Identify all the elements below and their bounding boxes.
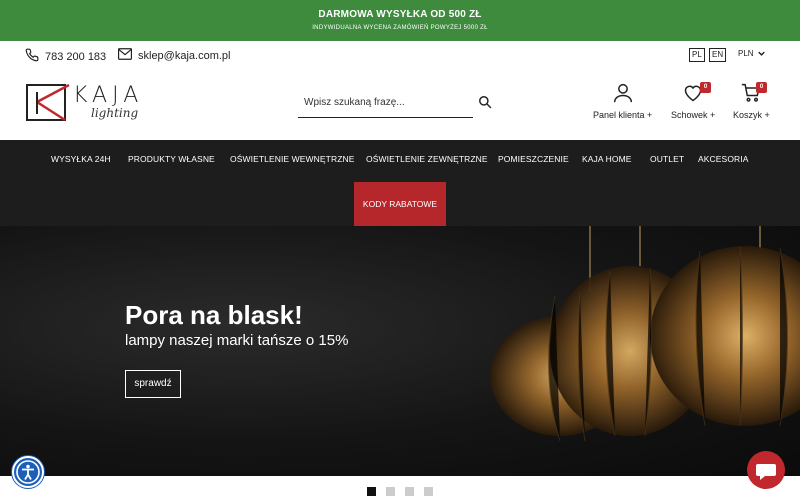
chat-button[interactable]: [747, 451, 785, 489]
phone-icon: [25, 48, 39, 65]
chevron-down-icon: [757, 49, 765, 58]
accessibility-button[interactable]: [12, 456, 44, 488]
language-pl[interactable]: PL: [689, 48, 705, 62]
wishlist-label: Schowek: [671, 110, 708, 120]
slider-dot[interactable]: [367, 487, 376, 496]
currency-value: PLN: [738, 49, 754, 58]
language-en[interactable]: EN: [709, 48, 727, 62]
hero-title: Pora na blask!: [125, 300, 303, 330]
shipping-banner: DARMOWA WYSYŁKA OD 500 ZŁ INDYWIDUALNA W…: [0, 0, 800, 41]
nav-item-kaja-home[interactable]: KAJA HOME: [582, 154, 632, 164]
nav-item-indoor-lighting[interactable]: OŚWIETLENIE WEWNĘTRZNE: [230, 154, 355, 164]
hero-cta-button[interactable]: sprawdź: [125, 370, 181, 398]
contact-bar: 783 200 183 sklep@kaja.com.pl PL EN PLN: [0, 41, 800, 69]
slider-dot[interactable]: [424, 487, 433, 496]
logo-tagline: lighting: [91, 106, 139, 120]
slider-pagination: [367, 487, 433, 496]
kaja-logo[interactable]: KAJA lighting: [25, 82, 170, 124]
logo-brand: KAJA: [73, 83, 144, 108]
currency-select[interactable]: PLN: [738, 49, 765, 58]
lamps-image: [490, 226, 800, 442]
shipping-headline: DARMOWA WYSYŁKA OD 500 ZŁ: [318, 9, 482, 20]
nav-item-shipping-24h[interactable]: WYSYŁKA 24H: [51, 154, 111, 164]
nav-item-outlet[interactable]: OUTLET: [650, 154, 684, 164]
wishlist-count-badge: 0: [700, 82, 711, 93]
slider-dot[interactable]: [405, 487, 414, 496]
cart-icon: [741, 83, 761, 105]
search-input[interactable]: Wpisz szukaną frazę...: [298, 91, 473, 118]
hero-subtitle: lampy naszej marki tańsze o 15%: [125, 332, 349, 349]
mail-icon: [118, 48, 132, 63]
cart-button[interactable]: 0 Koszyk +: [733, 82, 770, 120]
account-button[interactable]: Panel klienta +: [593, 83, 652, 120]
hero-banner[interactable]: Pora na blask! lampy naszej marki tańsze…: [0, 226, 800, 476]
phone-link[interactable]: 783 200 183: [25, 48, 106, 65]
site-header: KAJA lighting Wpisz szukaną frazę... Pan…: [0, 69, 800, 140]
nav-item-own-products[interactable]: PRODUKTY WŁASNE: [128, 154, 215, 164]
account-label: Panel klienta: [593, 110, 645, 120]
main-navigation: WYSYŁKA 24H PRODUKTY WŁASNE OŚWIETLENIE …: [0, 140, 800, 226]
nav-item-rooms[interactable]: POMIESZCZENIE: [498, 154, 569, 164]
search-icon[interactable]: [478, 95, 492, 114]
email-address: sklep@kaja.com.pl: [138, 49, 231, 62]
search-placeholder: Wpisz szukaną frazę...: [304, 97, 405, 108]
wishlist-button[interactable]: 0 Schowek +: [671, 82, 715, 120]
nav-item-discount-codes[interactable]: KODY RABATOWE: [354, 182, 446, 226]
user-icon: [613, 83, 633, 105]
nav-item-accessories[interactable]: AKCESORIA: [698, 154, 749, 164]
email-link[interactable]: sklep@kaja.com.pl: [118, 48, 230, 63]
slider-dot[interactable]: [386, 487, 395, 496]
phone-number: 783 200 183: [45, 50, 107, 63]
heart-icon: [683, 85, 703, 105]
nav-item-outdoor-lighting[interactable]: OŚWIETLENIE ZEWNĘTRZNE: [366, 154, 488, 164]
cart-count-badge: 0: [756, 82, 767, 93]
shipping-subline: INDYWIDUALNA WYCENA ZAMÓWIEŃ POWYŻEJ 500…: [312, 25, 488, 31]
cart-label: Koszyk: [733, 110, 763, 120]
